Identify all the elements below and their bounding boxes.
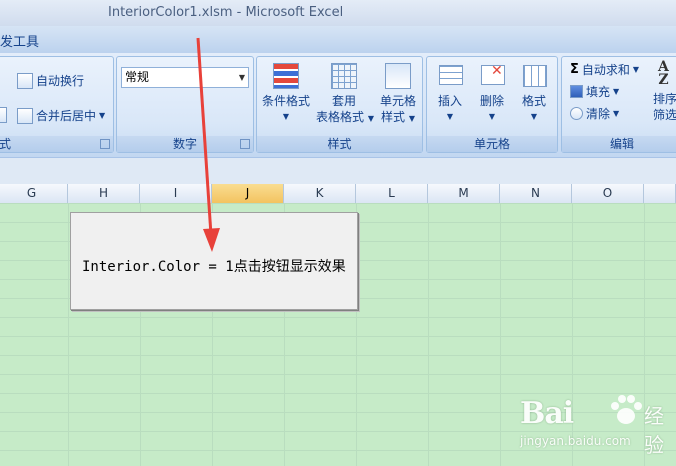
watermark-brand2: 经验	[644, 404, 664, 457]
watermark-url: jingyan.baidu.com	[520, 434, 631, 448]
baidu-watermark: Bai 经验 jingyan.baidu.com	[520, 388, 676, 466]
paw-icon	[611, 395, 642, 424]
watermark-brand: Bai	[520, 396, 574, 431]
